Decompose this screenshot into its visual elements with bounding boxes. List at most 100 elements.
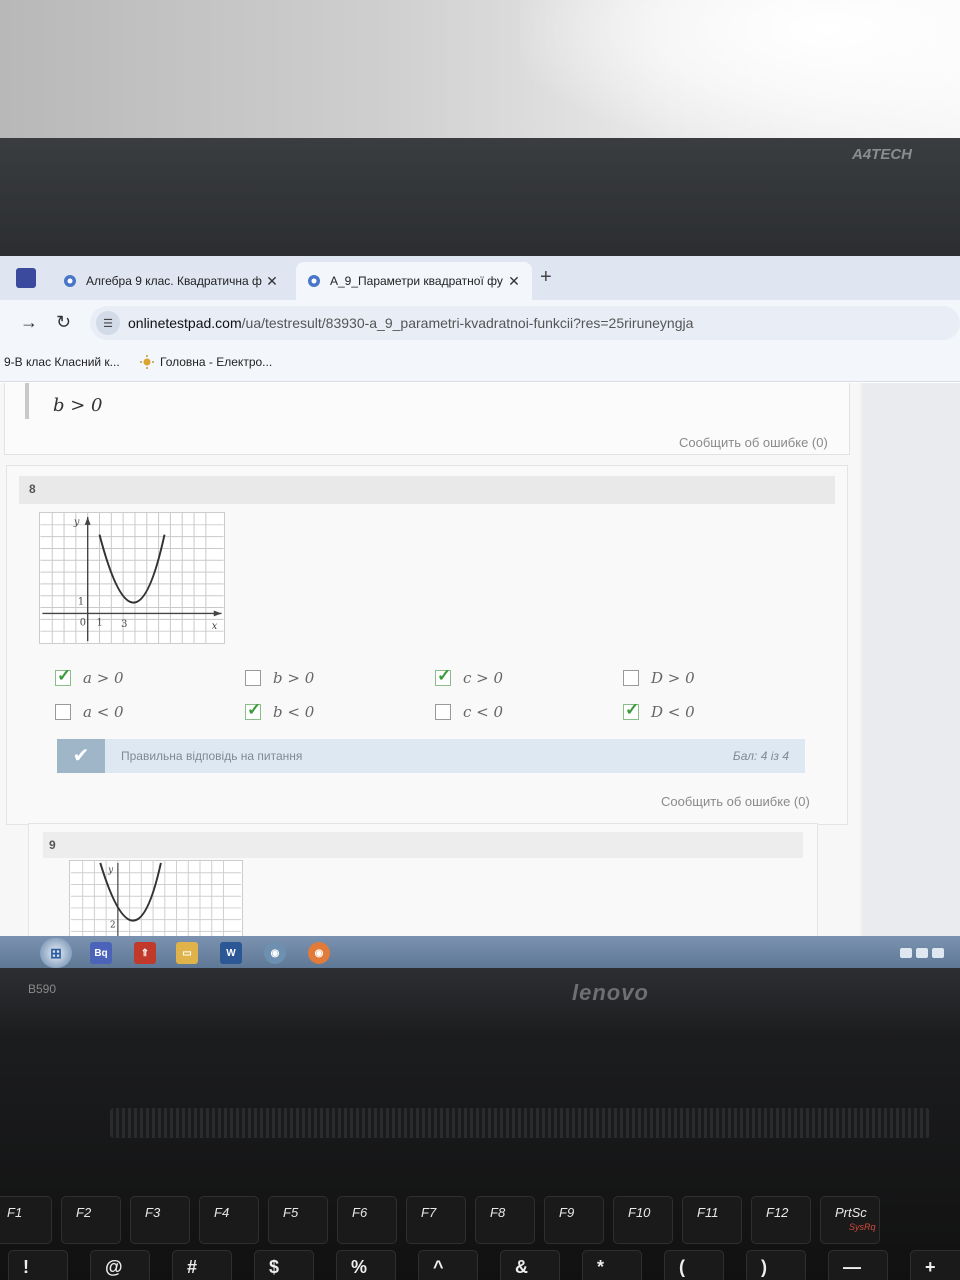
word-icon[interactable]: W [220,942,242,964]
number-row-key[interactable]: % [336,1250,396,1280]
checkbox[interactable] [623,700,639,720]
checkbox[interactable] [435,704,451,720]
option-d-negative[interactable]: D < 0 [623,700,695,724]
option-d-positive[interactable]: D > 0 [623,666,695,690]
function-key[interactable]: F10 [613,1196,673,1244]
chrome-icon[interactable]: ◉ [264,942,286,964]
result-banner: ✔ Правильна відповідь на питання Бал: 4 … [57,739,805,773]
function-key[interactable]: F2 [61,1196,121,1244]
function-key[interactable]: F8 [475,1196,535,1244]
function-key[interactable]: F4 [199,1196,259,1244]
checkbox[interactable] [435,666,451,686]
option-label: b > 0 [273,669,315,687]
model-label: B590 [28,982,57,996]
question-header: 9 [43,832,803,858]
y-tick-label: 2 [110,920,116,930]
number-row-key[interactable]: + [910,1250,960,1280]
site-info-icon[interactable]: ☰ [96,311,120,335]
option-label: a < 0 [83,703,124,721]
close-icon[interactable]: ✕ [264,273,280,290]
laptop-bezel-bottom [0,968,960,1028]
question-card: 8 y x 0 1 1 3 ✓ a > 0 b > 0 ✓ c > 0 D > … [6,465,848,825]
number-row-key[interactable]: ! [8,1250,68,1280]
chrome-icon[interactable]: ◉ [308,942,330,964]
start-button-icon[interactable]: ⊞ [40,938,72,968]
taskbar-upload-icon[interactable]: ⇑ [134,942,156,964]
address-bar[interactable]: ☰ onlinetestpad.com/ua/testresult/83930-… [90,306,960,340]
checkbox[interactable] [55,666,71,686]
number-row-key[interactable]: $ [254,1250,314,1280]
tray-icon [916,948,928,958]
forward-icon[interactable]: → [20,312,38,333]
option-b-negative[interactable]: b < 0 [245,700,314,724]
browser-tab-strip: Алгебра 9 клас. Квадратична ф ✕ А_9_Пара… [0,256,960,300]
option-label: D < 0 [651,703,695,721]
option-b-positive[interactable]: b > 0 [245,666,314,690]
score-text: Бал: 4 із 4 [732,749,789,763]
previous-answer: b > 0 [53,395,103,416]
question-header: 8 [19,476,835,504]
tab-algebra[interactable]: Алгебра 9 клас. Квадратична ф ✕ [52,262,290,300]
number-row-key[interactable]: * [582,1250,642,1280]
bookmark-label: 9-В клас Класний к... [4,355,120,369]
origin-label: 0 [80,617,86,628]
function-key[interactable]: F11 [682,1196,742,1244]
checkbox[interactable] [245,670,261,686]
y-axis-label: y [73,517,80,528]
check-icon: ✔ [57,739,105,773]
option-c-positive[interactable]: c > 0 [435,666,503,690]
favicon-icon [64,275,76,287]
number-row-key[interactable]: # [172,1250,232,1280]
folder-icon[interactable]: ▭ [176,942,198,964]
number-row-key[interactable]: ^ [418,1250,478,1280]
browser-toolbar: → ↻ ☰ onlinetestpad.com/ua/testresult/83… [0,300,960,346]
function-key[interactable]: F7 [406,1196,466,1244]
function-key[interactable]: F5 [268,1196,328,1244]
windows-taskbar: ⊞ Bq ⇑ ▭ W ◉ ◉ [0,936,960,968]
tab-title: А_9_Параметри квадратної фу [330,274,503,288]
profile-icon[interactable] [16,268,36,288]
taskbar-app-icon[interactable]: Bq [90,942,112,964]
function-key[interactable]: PrtSc SysRq [820,1196,880,1244]
function-key[interactable]: F12 [751,1196,811,1244]
number-row-key[interactable]: ) [746,1250,806,1280]
question-number: 8 [29,482,36,496]
number-row-key[interactable]: @ [90,1250,150,1280]
function-key[interactable]: F9 [544,1196,604,1244]
function-key[interactable]: F3 [130,1196,190,1244]
bookmarks-bar: 9-В клас Класний к... Головна - Електро.… [0,346,960,382]
question-number: 9 [49,838,56,852]
bookmark-class[interactable]: 9-В клас Класний к... [4,355,120,369]
option-label: c < 0 [463,703,504,721]
option-label: b < 0 [273,703,315,721]
number-row-key[interactable]: — [828,1250,888,1280]
function-key[interactable]: F6 [337,1196,397,1244]
tab-parameters[interactable]: А_9_Параметри квадратної фу ✕ [296,262,532,300]
monitor-brand: A4TECH [852,146,913,163]
report-error-link[interactable]: Сообщить об ошибке (0) [661,794,810,809]
checkbox[interactable] [623,670,639,686]
checkbox[interactable] [245,700,261,720]
option-label: a > 0 [83,669,124,687]
answer-marker [25,383,29,419]
number-row-key[interactable]: & [500,1250,560,1280]
number-row-key[interactable]: ( [664,1250,724,1280]
reload-icon[interactable]: ↻ [56,312,71,333]
parabola-curve [98,534,166,604]
checkbox[interactable] [55,704,71,720]
bookmark-label: Головна - Електро... [160,355,273,369]
monitor-bezel-top [0,138,960,258]
new-tab-icon[interactable]: + [540,266,552,289]
function-key[interactable]: F1 [0,1196,52,1244]
page-side-margin [862,383,960,937]
lenovo-logo: lenovo [572,980,649,1005]
close-icon[interactable]: ✕ [506,273,522,290]
x-tick-label: 1 [97,617,103,628]
speaker-grille [110,1108,930,1138]
option-c-negative[interactable]: c < 0 [435,700,503,724]
bookmark-home[interactable]: Головна - Електро... [140,355,272,369]
report-error-link[interactable]: Сообщить об ошибке (0) [679,435,828,450]
option-a-positive[interactable]: a > 0 [55,666,124,690]
option-a-negative[interactable]: a < 0 [55,700,124,724]
x-axis-label: x [212,621,218,632]
